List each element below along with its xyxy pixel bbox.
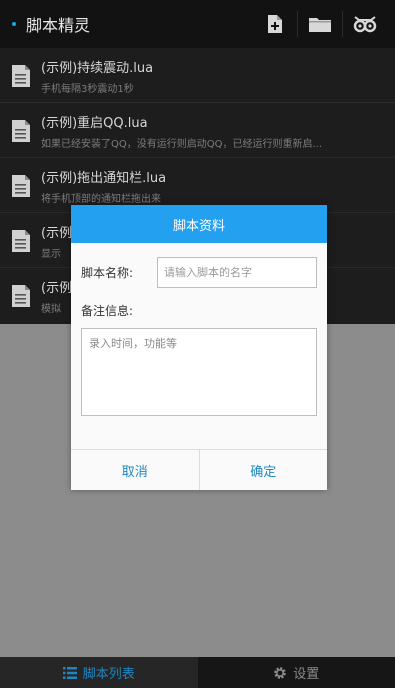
list-item[interactable]: (示例)持续震动.lua 手机每隔3秒震动1秒 (0, 48, 395, 103)
note-label: 备注信息: (81, 304, 134, 318)
status-dot (12, 22, 16, 26)
folder-icon (309, 18, 331, 32)
tab-label: 设置 (293, 667, 320, 682)
toolbar-actions (253, 0, 387, 48)
new-file-icon (268, 15, 282, 33)
script-desc: 将手机顶部的通知栏拖出来 (41, 194, 161, 205)
script-name-row: 脚本名称: (81, 257, 317, 288)
script-file-icon (12, 120, 30, 142)
list-icon (62, 666, 77, 679)
script-name: (示例)持续震动.lua (41, 61, 154, 76)
bottom-nav: 脚本列表 设置 (0, 657, 395, 688)
dialog-buttons: 取消 确定 (71, 449, 327, 490)
script-file-icon (12, 230, 30, 252)
gear-icon (274, 666, 287, 679)
script-file-icon (12, 65, 30, 87)
new-script-button[interactable] (253, 0, 297, 48)
tab-script-list[interactable]: 脚本列表 (0, 657, 198, 688)
dialog-title: 脚本资料 (71, 205, 327, 243)
script-name: (示例)重启QQ.lua (41, 116, 148, 131)
script-file-icon (12, 175, 30, 197)
app-title: 脚本精灵 (26, 16, 91, 35)
confirm-button[interactable]: 确定 (200, 450, 328, 490)
bug-icon (353, 16, 377, 33)
script-name-label: 脚本名称: (81, 266, 134, 280)
list-item[interactable]: (示例)重启QQ.lua 如果已经安装了QQ，没有运行则启动QQ，已经运行则重新… (0, 103, 395, 158)
tab-settings[interactable]: 设置 (198, 657, 395, 688)
script-name: (示例 (41, 281, 73, 296)
top-app-bar: 脚本精灵 (0, 0, 395, 48)
script-desc: 如果已经安装了QQ，没有运行则启动QQ，已经运行则重新启... (41, 139, 323, 150)
script-name-input[interactable] (157, 257, 317, 288)
script-info-dialog: 脚本资料 脚本名称: 备注信息: 取消 确定 (71, 205, 327, 490)
cancel-button[interactable]: 取消 (71, 450, 199, 490)
script-file-icon (12, 285, 30, 307)
tab-label: 脚本列表 (82, 667, 135, 682)
script-name: (示例 (41, 226, 73, 241)
note-input[interactable] (81, 328, 317, 416)
script-name: (示例)拖出通知栏.lua (41, 171, 167, 186)
open-folder-button[interactable] (298, 0, 342, 48)
debug-button[interactable] (343, 0, 387, 48)
script-desc: 手机每隔3秒震动1秒 (41, 84, 134, 95)
